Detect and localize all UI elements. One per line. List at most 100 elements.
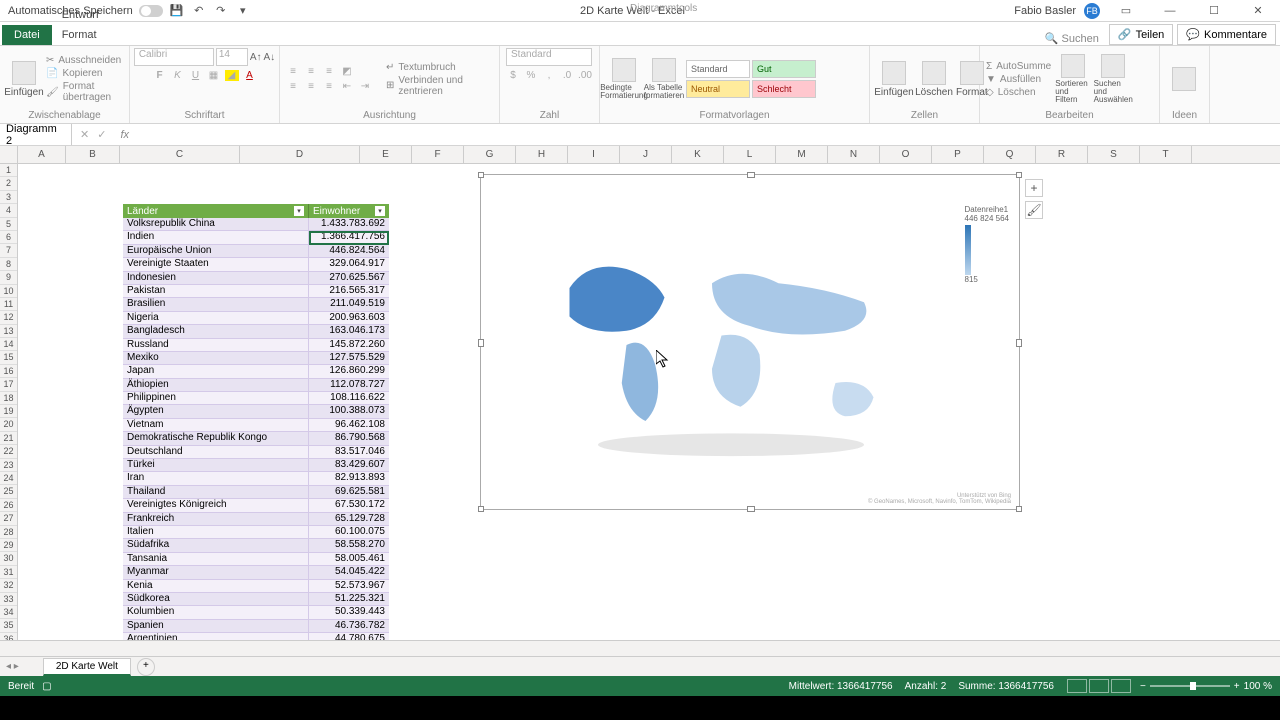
table-row[interactable]: Indonesien270.625.567 xyxy=(123,272,389,285)
merge-button[interactable]: ⊞ Verbinden und zentrieren xyxy=(386,75,493,97)
border-button[interactable]: ▦ xyxy=(207,70,221,81)
table-header-country[interactable]: Länder▾ xyxy=(123,204,309,218)
zoom-slider[interactable] xyxy=(1150,685,1230,687)
share-button[interactable]: 🔗Teilen xyxy=(1109,24,1173,45)
table-row[interactable]: Äthiopien112.078.727 xyxy=(123,379,389,392)
shrink-font-icon[interactable]: A↓ xyxy=(264,52,276,63)
table-row[interactable]: Vereinigte Staaten329.064.917 xyxy=(123,258,389,271)
table-row[interactable]: Europäische Union446.824.564 xyxy=(123,245,389,258)
sheet-tab[interactable]: 2D Karte Welt xyxy=(43,658,131,676)
number-format-select[interactable]: Standard xyxy=(506,48,592,66)
wrap-text-button[interactable]: ↵ Textumbruch xyxy=(386,62,493,73)
view-pagebreak-icon[interactable] xyxy=(1111,679,1131,693)
table-row[interactable]: Volksrepublik China1.433.783.692 xyxy=(123,218,389,231)
style-standard[interactable]: Standard xyxy=(686,60,750,78)
col-head[interactable]: Q xyxy=(984,146,1036,163)
tab-format[interactable]: Format xyxy=(52,25,145,45)
fill-button[interactable]: ▼ Ausfüllen xyxy=(986,74,1051,85)
table-row[interactable]: Russland145.872.260 xyxy=(123,339,389,352)
style-bad[interactable]: Schlecht xyxy=(752,80,816,98)
fx-icon[interactable]: fx xyxy=(114,129,129,141)
col-head[interactable]: J xyxy=(620,146,672,163)
table-row[interactable]: Vereinigtes Königreich67.530.172 xyxy=(123,499,389,512)
italic-button[interactable]: K xyxy=(171,70,185,81)
table-row[interactable]: Argentinien44.780.675 xyxy=(123,633,389,640)
font-select[interactable]: Calibri xyxy=(134,48,214,66)
column-headers[interactable]: ABCDEFGHIJKLMNOPQRST xyxy=(0,146,1280,164)
macro-record-icon[interactable]: ▢ xyxy=(42,681,51,692)
zoom-in-icon[interactable]: + xyxy=(1234,681,1240,692)
style-neutral[interactable]: Neutral xyxy=(686,80,750,98)
delete-cells-button[interactable]: Löschen xyxy=(916,61,952,98)
view-normal-icon[interactable] xyxy=(1067,679,1087,693)
cut-button[interactable]: ✂ Ausschneiden xyxy=(46,55,123,66)
format-painter-button[interactable]: 🖌 Format übertragen xyxy=(46,81,123,103)
table-row[interactable]: Spanien46.736.782 xyxy=(123,620,389,633)
chart-brush-icon[interactable]: 🖌 xyxy=(1025,201,1043,219)
table-row[interactable]: Demokratische Republik Kongo86.790.568 xyxy=(123,432,389,445)
col-head[interactable]: N xyxy=(828,146,880,163)
table-row[interactable]: Thailand69.625.581 xyxy=(123,486,389,499)
table-header-pop[interactable]: Einwohner▾ xyxy=(309,204,389,218)
col-head[interactable]: O xyxy=(880,146,932,163)
table-row[interactable]: Brasilien211.049.519 xyxy=(123,298,389,311)
font-size-select[interactable]: 14 xyxy=(216,48,248,66)
table-row[interactable]: Myanmar54.045.422 xyxy=(123,566,389,579)
col-head[interactable]: G xyxy=(464,146,516,163)
chart-object[interactable]: + 🖌 Datenreihe1 446 824 564 8 xyxy=(480,174,1020,510)
table-row[interactable]: Italien60.100.075 xyxy=(123,526,389,539)
zoom-level[interactable]: 100 % xyxy=(1244,681,1272,692)
table-row[interactable]: Philippinen108.116.622 xyxy=(123,392,389,405)
save-icon[interactable]: 💾 xyxy=(169,3,185,19)
col-head[interactable]: C xyxy=(120,146,240,163)
col-head[interactable]: E xyxy=(360,146,412,163)
table-row[interactable]: Kolumbien50.339.443 xyxy=(123,606,389,619)
font-color-button[interactable]: A xyxy=(243,70,257,81)
sort-filter-button[interactable]: Sortieren und Filtern xyxy=(1055,54,1091,104)
table-row[interactable]: Mexiko127.575.529 xyxy=(123,352,389,365)
table-row[interactable]: Vietnam96.462.108 xyxy=(123,419,389,432)
autosave-toggle[interactable] xyxy=(139,5,163,17)
col-head[interactable]: T xyxy=(1140,146,1192,163)
table-row[interactable]: Bangladesch163.046.173 xyxy=(123,325,389,338)
col-head[interactable]: H xyxy=(516,146,568,163)
table-row[interactable]: Tansania58.005.461 xyxy=(123,553,389,566)
col-head[interactable]: I xyxy=(568,146,620,163)
file-tab[interactable]: Datei xyxy=(2,25,52,45)
table-format-button[interactable]: Als Tabelle formatieren xyxy=(646,58,682,100)
table-row[interactable]: Türkei83.429.607 xyxy=(123,459,389,472)
comments-button[interactable]: 💬Kommentare xyxy=(1177,24,1276,45)
undo-icon[interactable]: ↶ xyxy=(191,3,207,19)
search-label[interactable]: Suchen xyxy=(1062,33,1099,45)
table-row[interactable]: Kenia52.573.967 xyxy=(123,580,389,593)
chart-add-element-icon[interactable]: + xyxy=(1025,179,1043,197)
table-row[interactable]: Japan126.860.299 xyxy=(123,365,389,378)
row-headers[interactable]: 1234567891011121314151617181920212223242… xyxy=(0,164,18,640)
close-icon[interactable]: ✕ xyxy=(1240,0,1276,22)
fill-color-button[interactable]: ◢ xyxy=(225,70,239,81)
autosum-button[interactable]: Σ AutoSumme xyxy=(986,61,1051,72)
col-head[interactable]: D xyxy=(240,146,360,163)
col-head[interactable]: A xyxy=(18,146,66,163)
cond-format-button[interactable]: Bedingte Formatierung xyxy=(606,58,642,100)
table-row[interactable]: Südkorea51.225.321 xyxy=(123,593,389,606)
col-head[interactable]: K xyxy=(672,146,724,163)
col-head[interactable]: R xyxy=(1036,146,1088,163)
col-head[interactable]: P xyxy=(932,146,984,163)
view-pagelayout-icon[interactable] xyxy=(1089,679,1109,693)
redo-icon[interactable]: ↷ xyxy=(213,3,229,19)
worksheet-grid[interactable]: Länder▾ Einwohner▾ Volksrepublik China1.… xyxy=(18,164,1280,640)
paste-button[interactable]: Einfügen xyxy=(6,61,42,98)
name-box[interactable]: Diagramm 2 xyxy=(0,124,72,145)
underline-button[interactable]: U xyxy=(189,70,203,81)
table-row[interactable]: Frankreich65.129.728 xyxy=(123,513,389,526)
tab-entwurf[interactable]: Entwurf xyxy=(52,5,145,25)
user-avatar[interactable]: FB xyxy=(1084,3,1100,19)
cancel-formula-icon[interactable]: ✕ xyxy=(80,128,89,141)
insert-cells-button[interactable]: Einfügen xyxy=(876,61,912,98)
table-row[interactable]: Ägypten100.388.073 xyxy=(123,405,389,418)
add-sheet-button[interactable]: + xyxy=(137,658,155,676)
find-select-button[interactable]: Suchen und Auswählen xyxy=(1095,54,1131,104)
table-row[interactable]: Südafrika58.558.270 xyxy=(123,539,389,552)
filter-icon[interactable]: ▾ xyxy=(375,206,385,216)
